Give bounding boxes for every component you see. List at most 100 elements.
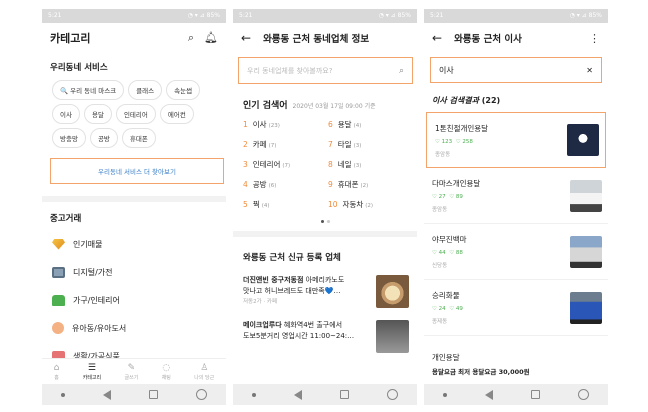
search-icon[interactable]: ⌕ <box>399 66 404 76</box>
back-nav-icon[interactable] <box>294 389 302 400</box>
review-count: ♡ 27 <box>432 194 446 200</box>
result-item[interactable]: 다마스개인용달 ♡ 27 ♡ 89 종암동 <box>424 168 608 224</box>
menu-icon: ☰ <box>87 362 96 373</box>
keyword-item[interactable]: 1 이사 (23) <box>243 119 324 130</box>
tab-chat[interactable]: ◌ 채팅 <box>162 363 171 381</box>
keyword-item[interactable]: 3 인테리어 (7) <box>243 159 324 170</box>
popular-keywords: 1 이사 (23) 6 용달 (4) 2 카페 (7) 7 타일 (3) 3 인테리어 (7) 8네… <box>233 111 417 210</box>
result-location: 종암동 <box>432 207 448 213</box>
chip-mask[interactable]: 🔍 우리 동네 마스크 <box>52 80 125 100</box>
tab-my[interactable]: ♙ 나의 당근 <box>194 363 214 381</box>
recents-nav-icon[interactable] <box>340 390 349 399</box>
status-time: 5:21 <box>48 12 62 19</box>
business-item[interactable]: 메이크업루다 혜화역4번 출구에서 도보5분거리 영업시간 11:00~24:… <box>233 308 417 353</box>
home-icon: ⌂ <box>53 362 60 373</box>
chip-interior[interactable]: 인테리어 <box>115 104 156 124</box>
result-location: 종제동 <box>432 319 448 325</box>
keyword-item[interactable]: 9 휴대폰 (2) <box>328 179 409 190</box>
status-icons: ◔ ▾ ⊿ 85% <box>378 12 411 19</box>
cafe-photo <box>376 275 409 308</box>
business-desc-2: 도보5분거리 영업시간 11:00~24:… <box>243 332 355 340</box>
category-digital[interactable]: 디지털/가전 <box>42 258 226 286</box>
chip-truck[interactable]: 용달 <box>83 104 112 124</box>
chip-screen[interactable]: 방충망 <box>52 128 86 148</box>
recents-nav-icon[interactable] <box>531 390 540 399</box>
business-search-input[interactable]: 우리 동네업체를 찾아볼까요? ⌕ <box>238 57 413 84</box>
business-name: 메이크업루다 <box>243 321 282 329</box>
status-bar: 5:21 ◔ ▾ ⊿ 85% <box>233 9 417 23</box>
favorite-count: ♡ 49 <box>449 306 463 312</box>
keyword-item[interactable]: 4 공방 (6) <box>243 179 324 190</box>
category-furniture[interactable]: 가구/인테리어 <box>42 286 226 314</box>
keyword-item[interactable]: 8 네일 (3) <box>328 159 409 170</box>
more-services-button[interactable]: 우리동네 서비스 더 찾아보기 <box>50 158 224 184</box>
back-arrow-icon[interactable]: ← <box>241 31 251 45</box>
tab-write[interactable]: ✎ 글쓰기 <box>125 363 139 381</box>
status-icons: ◔ ▾ ⊿ 85% <box>569 12 602 19</box>
system-nav-bar <box>42 384 226 405</box>
result-item[interactable]: 1톤친절개인용달 ♡ 123 ♡ 258 종암동 <box>426 112 606 168</box>
truck-photo <box>570 235 602 268</box>
tab-label: 글쓰기 <box>124 374 139 381</box>
back-arrow-icon[interactable]: ← <box>432 31 442 45</box>
dot-icon <box>61 392 65 397</box>
home-nav-icon[interactable] <box>578 389 589 400</box>
new-business-title: 와룡동 근처 신규 등록 업체 <box>243 253 341 263</box>
back-nav-icon[interactable] <box>485 389 493 400</box>
home-nav-icon[interactable] <box>387 389 398 400</box>
chip-phone[interactable]: 휴대폰 <box>121 128 156 148</box>
home-nav-icon[interactable] <box>196 389 207 400</box>
keyword-item[interactable]: 7 타일 (3) <box>328 139 409 150</box>
favorite-count: ♡ 89 <box>449 194 463 200</box>
search-input[interactable]: 이사 ✕ <box>430 57 602 83</box>
result-location: 종암동 <box>435 151 451 158</box>
result-count: (22) <box>481 96 501 105</box>
chip-eyelash[interactable]: 속눈썹 <box>166 80 201 100</box>
chip-moving[interactable]: 이사 <box>52 104 80 124</box>
app-bar: ← 와룡동 근처 이사 ⋮ <box>424 23 608 53</box>
phone-local-business-screen: 5:21 ◔ ▾ ⊿ 85% ← 와룡동 근처 동네업체 정보 우리 동네업체를… <box>233 9 417 405</box>
tab-label: 홈 <box>54 374 59 381</box>
page-title: 와룡동 근처 이사 <box>454 34 522 45</box>
system-nav-bar <box>424 384 608 405</box>
makeup-photo <box>376 320 409 353</box>
system-nav-bar <box>233 384 417 405</box>
keyword-item[interactable]: 6 용달 (4) <box>328 119 409 130</box>
recents-nav-icon[interactable] <box>149 390 158 399</box>
result-item[interactable]: 승리화물 ♡ 24 ♡ 49 종제동 <box>424 280 608 336</box>
phone-search-results-screen: 5:21 ◔ ▾ ⊿ 85% ← 와룡동 근처 이사 ⋮ 이사 ✕ 이사 검색결… <box>424 9 608 405</box>
page-title: 와룡동 근처 동네업체 정보 <box>263 34 370 45</box>
search-placeholder: 우리 동네업체를 찾아볼까요? <box>247 66 333 75</box>
keyword-item[interactable]: 2 카페 (7) <box>243 139 324 150</box>
bell-icon[interactable]: 🔔︎ <box>204 31 218 45</box>
keyword-item[interactable]: 5 꿕 (4) <box>243 199 324 210</box>
search-icon[interactable]: ⌕ <box>188 31 194 45</box>
truck-logo-photo <box>567 124 599 156</box>
page-title: 카테고리 <box>50 32 91 45</box>
bottom-tab-bar: ⌂ 홈 ☰ 카테고리 ✎ 글쓰기 ◌ 채팅 ♙ 나의 당근 <box>42 358 226 384</box>
review-count: ♡ 24 <box>432 306 446 312</box>
category-popular[interactable]: 인기매물 <box>42 230 226 258</box>
chat-icon: ◌ <box>162 362 171 373</box>
business-desc-2: 맛나고 허니브레드도 대만족💙… <box>243 287 341 295</box>
review-count: ♡ 44 <box>432 250 446 256</box>
category-label: 인기매물 <box>73 239 103 249</box>
result-desc: 용달요금 최저 용달요금 30,000원 <box>432 368 530 376</box>
keyword-item[interactable]: 10 자동차 (2) <box>328 199 409 210</box>
divider <box>42 196 226 202</box>
back-nav-icon[interactable] <box>103 389 111 400</box>
tab-category[interactable]: ☰ 카테고리 <box>83 363 101 381</box>
business-meta: 저동2가 · 카페 <box>243 299 278 305</box>
chip-class[interactable]: 클래스 <box>128 80 163 100</box>
result-item[interactable]: 야무진백마 ♡ 44 ♡ 88 신당동 <box>424 224 608 280</box>
business-item[interactable]: 더진앤빈 중구저동점 아메리카노도 맛나고 허니브레드도 대만족💙… 저동2가 … <box>233 263 417 308</box>
business-name: 더진앤빈 중구저동점 <box>243 276 304 284</box>
category-kids[interactable]: 유아동/유아도서 <box>42 314 226 342</box>
chip-aircon[interactable]: 에어컨 <box>159 104 194 124</box>
chip-workshop[interactable]: 공방 <box>89 128 118 148</box>
search-query: 이사 <box>439 65 454 75</box>
popular-title: 인기 검색어 <box>243 101 288 111</box>
tab-home[interactable]: ⌂ 홈 <box>54 363 60 381</box>
clear-icon[interactable]: ✕ <box>586 66 593 75</box>
more-vertical-icon[interactable]: ⋮ <box>589 32 600 45</box>
